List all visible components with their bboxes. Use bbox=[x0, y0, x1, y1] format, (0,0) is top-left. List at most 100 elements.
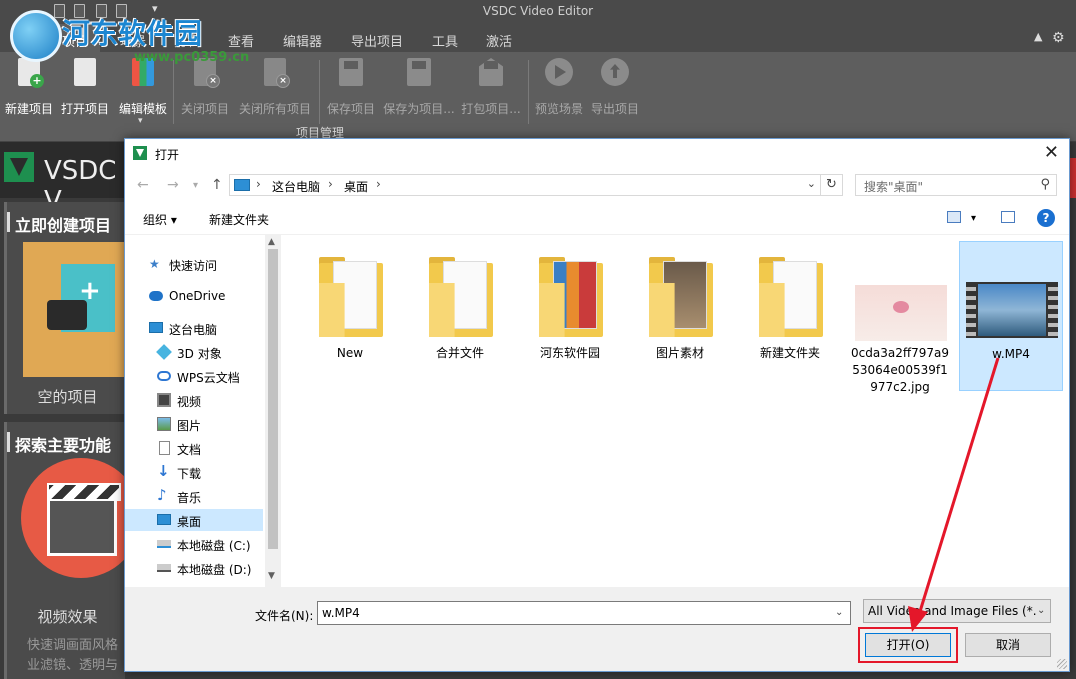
search-icon[interactable]: ⚲ bbox=[1040, 177, 1050, 192]
tab-tools[interactable]: 工具 bbox=[432, 31, 458, 50]
chevron-down-icon[interactable]: ▾ bbox=[971, 213, 976, 224]
recent-locations-icon[interactable]: ▾ bbox=[193, 180, 198, 191]
chevron-down-icon[interactable]: ⌄ bbox=[1037, 605, 1045, 616]
film-icon bbox=[157, 393, 171, 407]
breadcrumb-desktop[interactable]: 桌面 bbox=[344, 178, 368, 195]
create-project-panel: 立即创建项目 空的项目 bbox=[4, 202, 128, 414]
breadcrumb-chevron-icon[interactable]: › bbox=[256, 177, 261, 191]
folder-icon bbox=[759, 257, 823, 337]
save-as-project-label: 保存为项目... bbox=[383, 102, 455, 116]
refresh-icon[interactable]: ↻ bbox=[821, 174, 843, 196]
picture-icon bbox=[157, 417, 171, 431]
nav-item-music[interactable]: ♪ 音乐 bbox=[133, 485, 271, 507]
file-name: w.MP4 bbox=[992, 347, 1030, 361]
search-input[interactable]: 搜索"桌面" ⚲ bbox=[855, 174, 1057, 196]
nav-item-documents[interactable]: 文档 bbox=[133, 437, 271, 459]
nav-item-drive-c[interactable]: 本地磁盘 (C:) bbox=[133, 533, 271, 555]
nav-item-pictures[interactable]: 图片 bbox=[133, 413, 271, 435]
new-folder-button[interactable]: 新建文件夹 bbox=[209, 211, 269, 228]
file-name: 图片素材 bbox=[655, 346, 704, 360]
watermark-url: www.pc0359.cn bbox=[134, 50, 250, 65]
filename-input[interactable]: w.MP4 bbox=[317, 601, 851, 625]
nav-item-3d-objects[interactable]: 3D 对象 bbox=[133, 341, 271, 363]
nav-label: 文档 bbox=[177, 443, 202, 457]
close-icon[interactable]: ✕ bbox=[1044, 142, 1059, 163]
breadcrumb-this-pc[interactable]: 这台电脑 bbox=[272, 178, 320, 195]
nav-item-onedrive[interactable]: OneDrive bbox=[125, 285, 263, 307]
save-disk-icon bbox=[339, 58, 363, 86]
breadcrumb-chevron-icon[interactable]: › bbox=[376, 177, 381, 191]
pack-project-button[interactable]: 打包项目... bbox=[461, 56, 521, 132]
save-project-button[interactable]: 保存项目 bbox=[322, 56, 380, 132]
view-options-icon[interactable] bbox=[947, 211, 961, 223]
file-item-folder[interactable]: 合并文件 bbox=[409, 241, 513, 391]
nav-label: 桌面 bbox=[177, 515, 202, 529]
play-icon bbox=[545, 58, 573, 86]
filename-label: 文件名(N): bbox=[255, 609, 314, 623]
address-bar[interactable]: › 这台电脑 › 桌面 › ⌄ bbox=[229, 174, 821, 196]
nav-item-videos[interactable]: 视频 bbox=[133, 389, 271, 411]
effects-description-1: 快速调画面风格 bbox=[27, 638, 119, 653]
download-icon: ↓ bbox=[157, 462, 170, 480]
file-name: 0cda3a2ff797a953064e00539f1977c2.jpg bbox=[851, 346, 949, 394]
resize-grip[interactable] bbox=[1057, 659, 1067, 669]
export-project-button[interactable]: 导出项目 bbox=[586, 56, 644, 132]
create-project-heading: 立即创建项目 bbox=[6, 212, 111, 236]
file-item-folder[interactable]: 新建文件夹 bbox=[739, 241, 843, 391]
nav-item-drive-d[interactable]: 本地磁盘 (D:) bbox=[133, 557, 271, 579]
brand-bar: VSDC V bbox=[0, 142, 125, 216]
scrollbar-thumb[interactable] bbox=[268, 249, 278, 549]
video-effects-label: 视频效果 bbox=[37, 608, 98, 626]
nav-item-downloads[interactable]: ↓ 下载 bbox=[133, 461, 271, 483]
search-placeholder: 搜索"桌面" bbox=[864, 180, 924, 194]
tab-view[interactable]: 查看 bbox=[228, 31, 254, 50]
close-icon: × bbox=[206, 74, 220, 88]
file-item-folder[interactable]: 图片素材 bbox=[629, 241, 733, 391]
video-effects-tile[interactable] bbox=[21, 458, 141, 578]
preview-scene-button[interactable]: 预览场景 bbox=[530, 56, 588, 132]
back-arrow-icon[interactable]: ← bbox=[137, 177, 149, 193]
drive-icon bbox=[157, 564, 171, 572]
nav-item-quick-access[interactable]: ★ 快速访问 bbox=[125, 253, 263, 275]
file-item-folder[interactable]: New bbox=[299, 241, 403, 391]
vsdc-app-icon bbox=[133, 146, 147, 160]
nav-label: OneDrive bbox=[169, 289, 226, 303]
up-arrow-icon[interactable]: ↑ bbox=[211, 177, 223, 193]
chevron-down-icon[interactable]: ⌄ bbox=[835, 607, 843, 618]
chevron-down-icon: ▾ bbox=[138, 116, 143, 126]
breadcrumb-chevron-icon[interactable]: › bbox=[328, 177, 333, 191]
nav-label: 下载 bbox=[177, 467, 202, 481]
chevron-down-icon[interactable]: ⌄ bbox=[807, 177, 816, 190]
scroll-up-icon[interactable]: ▲ bbox=[268, 237, 275, 247]
watermark: 河东软件园 www.pc0359.cn bbox=[4, 4, 249, 68]
nav-item-this-pc[interactable]: 这台电脑 bbox=[125, 317, 263, 339]
nav-item-desktop[interactable]: 桌面 bbox=[125, 509, 263, 531]
cancel-button[interactable]: 取消 bbox=[965, 633, 1051, 657]
tab-activate[interactable]: 激活 bbox=[486, 31, 512, 50]
file-type-select[interactable]: All Video and Image Files (*. bbox=[863, 599, 1051, 623]
gear-icon[interactable]: ⚙ bbox=[1052, 30, 1065, 46]
tab-export[interactable]: 导出项目 bbox=[351, 31, 403, 50]
folder-icon bbox=[649, 257, 713, 337]
file-name: 新建文件夹 bbox=[759, 346, 820, 360]
file-item-video-selected[interactable]: w.MP4 bbox=[959, 241, 1063, 391]
help-icon[interactable]: ? bbox=[1037, 209, 1055, 227]
file-item-folder[interactable]: 河东软件园 bbox=[519, 241, 623, 391]
nav-label: 快速访问 bbox=[169, 259, 218, 273]
forward-arrow-icon[interactable]: → bbox=[167, 177, 179, 193]
file-item-image[interactable]: 0cda3a2ff797a953064e00539f1977c2.jpg bbox=[849, 241, 953, 394]
tab-editor[interactable]: 编辑器 bbox=[283, 31, 322, 50]
empty-project-tile[interactable] bbox=[23, 242, 128, 377]
organize-button[interactable]: 组织 ▾ bbox=[143, 211, 177, 228]
nav-item-wps-cloud[interactable]: WPS云文档 bbox=[133, 365, 271, 387]
collapse-ribbon-icon[interactable]: ▲ bbox=[1034, 30, 1042, 43]
cloud-icon bbox=[149, 291, 163, 301]
nav-scrollbar[interactable]: ▲ ▼ bbox=[265, 235, 281, 587]
music-icon: ♪ bbox=[157, 486, 167, 504]
computer-icon bbox=[149, 322, 163, 333]
close-all-projects-button[interactable]: × 关闭所有项目 bbox=[239, 56, 311, 132]
scroll-down-icon[interactable]: ▼ bbox=[268, 571, 275, 581]
preview-pane-icon[interactable] bbox=[1001, 211, 1015, 223]
save-as-project-button[interactable]: 保存为项目... bbox=[383, 56, 455, 132]
document-icon bbox=[159, 441, 170, 455]
